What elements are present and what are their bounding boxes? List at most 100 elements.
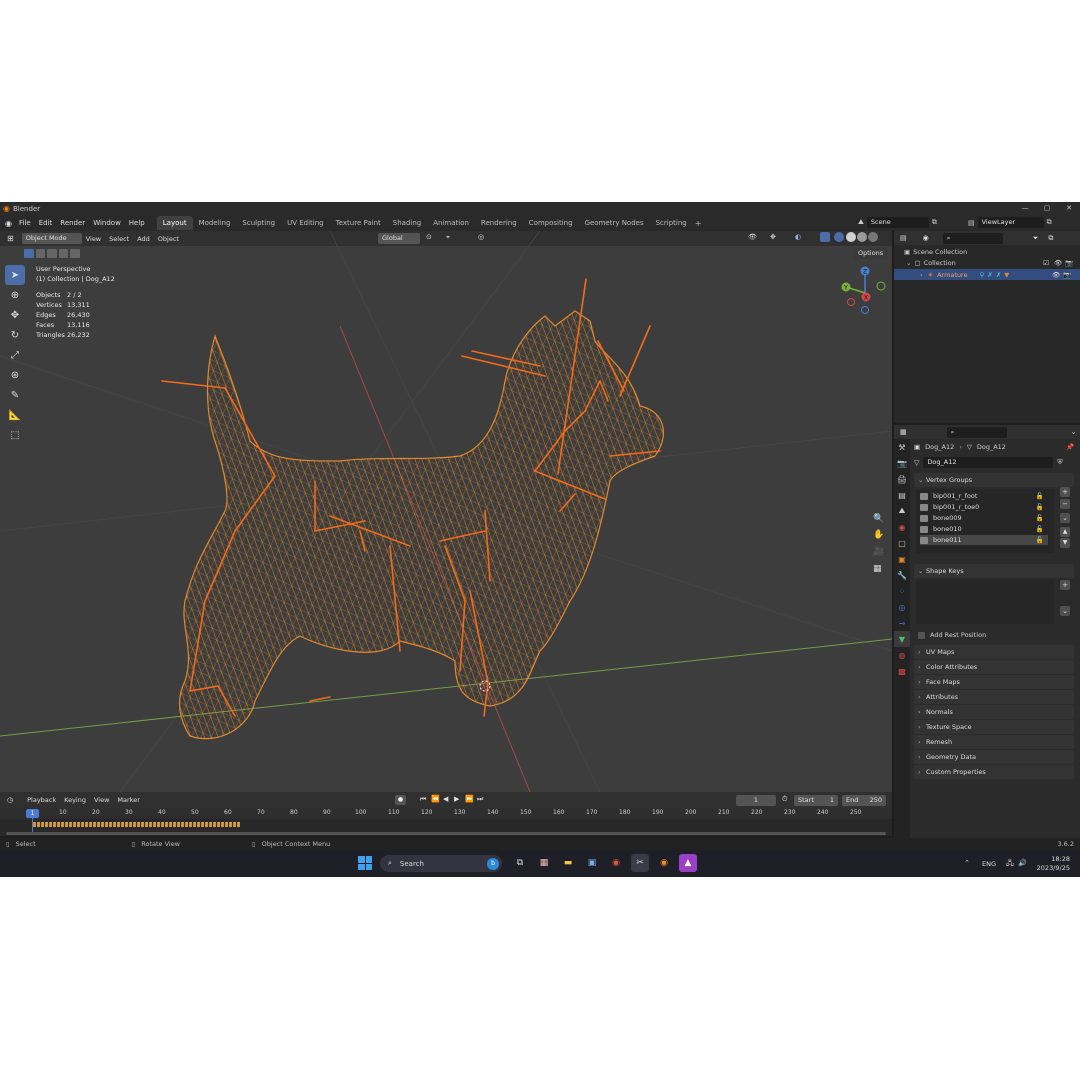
- pan-hand-icon[interactable]: ✋: [873, 530, 884, 540]
- view-layer-new-icon[interactable]: ⧉: [1047, 218, 1052, 227]
- scene-field[interactable]: Scene: [866, 217, 929, 228]
- outliner-search-input[interactable]: ⌕: [942, 232, 1003, 244]
- checkbox-icon[interactable]: ☑: [1043, 259, 1049, 267]
- properties-search-input[interactable]: ⌕: [946, 426, 1007, 438]
- rotate-tool-icon[interactable]: ↻: [5, 325, 25, 345]
- ortho-grid-icon[interactable]: ▦: [873, 564, 882, 574]
- eye-icon[interactable]: 👁: [1052, 271, 1060, 279]
- annotate-tool-icon[interactable]: ✎: [5, 385, 25, 405]
- vertex-groups-panel-header[interactable]: Vertex Groups: [914, 473, 1074, 487]
- shape-key-menu-button[interactable]: ⌄: [1060, 606, 1070, 616]
- options-dropdown[interactable]: Options: [854, 248, 888, 259]
- pin-icon[interactable]: 📌: [1066, 443, 1074, 451]
- tray-chevron-icon[interactable]: ⌃: [964, 859, 970, 867]
- mesh-data-icon[interactable]: ▽: [914, 459, 919, 467]
- minimize-button[interactable]: —: [1014, 202, 1036, 215]
- properties-options-icon[interactable]: ⌄: [1071, 428, 1077, 436]
- texture-tab-icon[interactable]: ▩: [894, 663, 910, 679]
- clock-area[interactable]: 18:28 2023/9/25: [1034, 855, 1070, 873]
- windows-start-icon[interactable]: [358, 856, 372, 870]
- properties-editor-icon[interactable]: ▦: [900, 428, 907, 436]
- playhead-frame-badge[interactable]: 1: [26, 809, 39, 818]
- view-layer-icon[interactable]: ▤: [968, 219, 975, 227]
- geometry-data-panel-header[interactable]: Geometry Data: [914, 750, 1074, 764]
- navigation-gizmo[interactable]: Z Y X: [836, 264, 890, 314]
- add-rest-position-checkbox[interactable]: [918, 631, 925, 639]
- snipping-tool-icon[interactable]: ✂: [631, 854, 649, 872]
- clock-icon[interactable]: ⏱: [782, 795, 787, 804]
- lock-icon[interactable]: 🔓: [1036, 535, 1044, 545]
- expand-icon[interactable]: ⌄: [906, 259, 911, 267]
- list-item[interactable]: bone011 🔓: [920, 535, 1048, 545]
- particles-tab-icon[interactable]: ⁘: [894, 583, 910, 599]
- outliner-editor-icon[interactable]: ▤: [900, 234, 907, 242]
- view-layer-field[interactable]: ViewLayer: [977, 217, 1044, 228]
- task-view-icon[interactable]: ⧉: [511, 854, 529, 872]
- attributes-panel-header[interactable]: Attributes: [914, 690, 1074, 704]
- vertex-group-add-button[interactable]: +: [1060, 487, 1070, 497]
- menu-edit[interactable]: Edit: [35, 215, 57, 231]
- tab-animation[interactable]: Animation: [427, 216, 475, 230]
- eye-icon[interactable]: 👁: [1054, 259, 1062, 267]
- lock-icon[interactable]: 🔓: [1036, 502, 1044, 512]
- tab-modeling[interactable]: Modeling: [193, 216, 237, 230]
- display-mode-icon[interactable]: ◉: [923, 234, 929, 242]
- jump-end-button[interactable]: ⏭: [477, 795, 483, 804]
- data-tab-icon[interactable]: ▼: [894, 631, 910, 647]
- add-cube-tool-icon[interactable]: ⬚: [5, 425, 25, 445]
- taskbar-search-box[interactable]: ⌕ Search b: [380, 855, 502, 872]
- cursor-tool-icon[interactable]: ⊕: [5, 285, 25, 305]
- move-up-button[interactable]: ▲: [1060, 527, 1070, 537]
- outliner-row-armature[interactable]: › ✶ Armature ⚲ ✗ ✗ ▼ 👁 📷: [894, 269, 1080, 280]
- lock-icon[interactable]: 🔓: [1036, 513, 1044, 523]
- lock-icon[interactable]: 🔓: [1036, 524, 1044, 534]
- file-explorer-icon[interactable]: ▬: [559, 854, 577, 872]
- custom-properties-panel-header[interactable]: Custom Properties: [914, 765, 1074, 779]
- maximize-button[interactable]: ▢: [1036, 202, 1058, 215]
- outliner-row-collection[interactable]: ⌄ ▢ Collection ☑ 👁 📷: [906, 258, 1073, 268]
- face-maps-panel-header[interactable]: Face Maps: [914, 675, 1074, 689]
- current-frame-field[interactable]: 1: [736, 795, 776, 806]
- play-button[interactable]: ▶: [454, 795, 459, 803]
- select-box-tool-icon[interactable]: ➤: [5, 265, 25, 285]
- remesh-panel-header[interactable]: Remesh: [914, 735, 1074, 749]
- tab-compositing[interactable]: Compositing: [523, 216, 579, 230]
- modifier-tab-icon[interactable]: 🔧: [894, 567, 910, 583]
- jump-keyframe-forward-button[interactable]: ⏩: [465, 795, 474, 803]
- close-button[interactable]: ✕: [1058, 202, 1080, 215]
- uv-maps-panel-header[interactable]: UV Maps: [914, 645, 1074, 659]
- expand-icon[interactable]: ›: [920, 271, 923, 279]
- vertex-group-remove-button[interactable]: −: [1060, 499, 1070, 509]
- tool-tab-icon[interactable]: ⚒: [894, 439, 910, 455]
- timeline-menu-playback[interactable]: Playback: [23, 796, 60, 804]
- tab-texture-paint[interactable]: Texture Paint: [330, 216, 387, 230]
- blender-menu-icon[interactable]: ◉: [5, 219, 12, 228]
- world-tab-icon[interactable]: ◉: [894, 519, 910, 535]
- timeline-scrollbar[interactable]: [6, 832, 886, 835]
- tab-scripting[interactable]: Scripting: [650, 216, 693, 230]
- data-name-field[interactable]: Dog_A12: [923, 457, 1054, 468]
- chrome-icon[interactable]: ◉: [607, 854, 625, 872]
- normals-panel-header[interactable]: Normals: [914, 705, 1074, 719]
- timeline-menu-view[interactable]: View: [90, 796, 113, 804]
- zoom-icon[interactable]: 🔍: [873, 514, 884, 524]
- move-tool-icon[interactable]: ✥: [5, 305, 25, 325]
- constraints-tab-icon[interactable]: ⊸: [894, 615, 910, 631]
- camera-icon[interactable]: 🎥: [873, 547, 884, 557]
- list-item[interactable]: bip001_r_foot 🔓: [920, 491, 1048, 501]
- affinity-icon[interactable]: ▲: [679, 854, 697, 872]
- add-workspace-icon[interactable]: +: [695, 219, 702, 228]
- shape-keys-panel-header[interactable]: Shape Keys: [914, 564, 1074, 578]
- fake-user-icon[interactable]: ⛨: [1057, 458, 1062, 467]
- camera-render-icon[interactable]: 📷: [1065, 259, 1073, 267]
- photos-icon[interactable]: ▣: [583, 854, 601, 872]
- filter-icon[interactable]: ⏷: [1033, 234, 1039, 243]
- list-item[interactable]: bone010 🔓: [920, 524, 1048, 534]
- volume-icon[interactable]: 🔊: [1018, 859, 1027, 867]
- scene-new-icon[interactable]: ⧉: [932, 218, 937, 227]
- scene-tab-icon[interactable]: ⛰: [894, 503, 910, 519]
- outliner-row-scene[interactable]: ▣ Scene Collection: [904, 247, 967, 257]
- tab-sculpting[interactable]: Sculpting: [236, 216, 281, 230]
- timeline-menu-marker[interactable]: Marker: [113, 796, 143, 804]
- 3d-viewport[interactable]: ⊞ Object Mode View Select Add Object Glo…: [0, 231, 892, 792]
